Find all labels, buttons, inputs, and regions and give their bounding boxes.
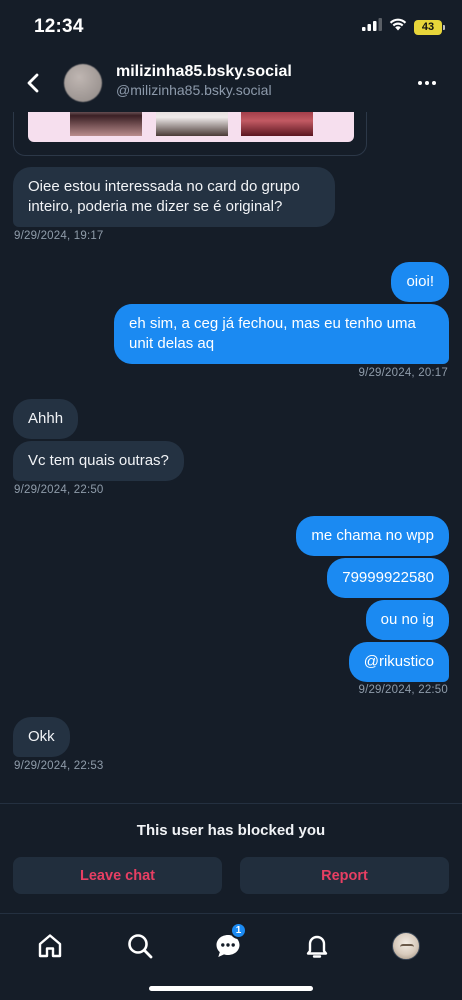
back-button[interactable]	[16, 66, 50, 100]
message-timestamp: 9/29/2024, 20:17	[358, 367, 448, 379]
message-outgoing[interactable]: ou no ig	[365, 600, 449, 640]
divider	[0, 803, 462, 804]
search-icon	[128, 934, 153, 959]
message-incoming[interactable]: Vc tem quais outras?	[13, 441, 184, 481]
chat-screen: 12:34 43 milizinha85.bsky.social @milizi…	[0, 0, 462, 1000]
tab-home[interactable]	[30, 928, 70, 964]
more-options-icon	[418, 81, 422, 85]
tab-chat[interactable]: 1	[208, 922, 248, 964]
home-indicator[interactable]	[149, 986, 313, 991]
signal-icon	[362, 18, 382, 36]
status-bar: 12:34 43	[0, 0, 462, 54]
contact-handle: @milizinha85.bsky.social	[116, 82, 272, 98]
wifi-icon	[389, 18, 407, 36]
tab-profile[interactable]	[386, 928, 426, 964]
profile-avatar	[392, 932, 420, 960]
tab-notifications[interactable]	[297, 928, 337, 964]
contact-avatar[interactable]	[64, 64, 102, 102]
leave-chat-button[interactable]: Leave chat	[13, 857, 222, 894]
battery-icon: 43	[414, 19, 445, 35]
message-timestamp: 9/29/2024, 22:53	[14, 760, 104, 772]
message-timestamp: 9/29/2024, 19:17	[14, 230, 104, 242]
message-outgoing[interactable]: oioi!	[391, 262, 449, 302]
home-icon	[38, 934, 62, 958]
chat-unread-badge: 1	[230, 922, 247, 939]
message-incoming[interactable]: Okk	[13, 717, 70, 757]
message-outgoing[interactable]: 79999922580	[327, 558, 449, 598]
message-outgoing[interactable]: me chama no wpp	[296, 516, 449, 556]
back-arrow-icon	[27, 73, 39, 93]
report-button[interactable]: Report	[240, 857, 449, 894]
more-options-button[interactable]	[412, 70, 442, 96]
message-incoming[interactable]: Oiee estou interessada no card do grupo …	[13, 167, 335, 227]
message-outgoing[interactable]: @rikustico	[348, 642, 449, 682]
tab-search[interactable]	[120, 928, 160, 964]
chat-header: milizinha85.bsky.social @milizinha85.bsk…	[0, 54, 462, 112]
blocked-notice: This user has blocked you	[136, 822, 326, 839]
notifications-icon	[306, 935, 328, 958]
status-icons: 43	[362, 18, 445, 36]
message-timestamp: 9/29/2024, 22:50	[358, 684, 448, 696]
message-outgoing[interactable]: eh sim, a ceg já fechou, mas eu tenho um…	[114, 304, 449, 364]
message-timestamp: 9/29/2024, 22:50	[14, 484, 104, 496]
contact-display-name[interactable]: milizinha85.bsky.social	[116, 63, 292, 81]
message-incoming[interactable]: Ahhh	[13, 399, 79, 439]
status-time: 12:34	[34, 16, 84, 37]
